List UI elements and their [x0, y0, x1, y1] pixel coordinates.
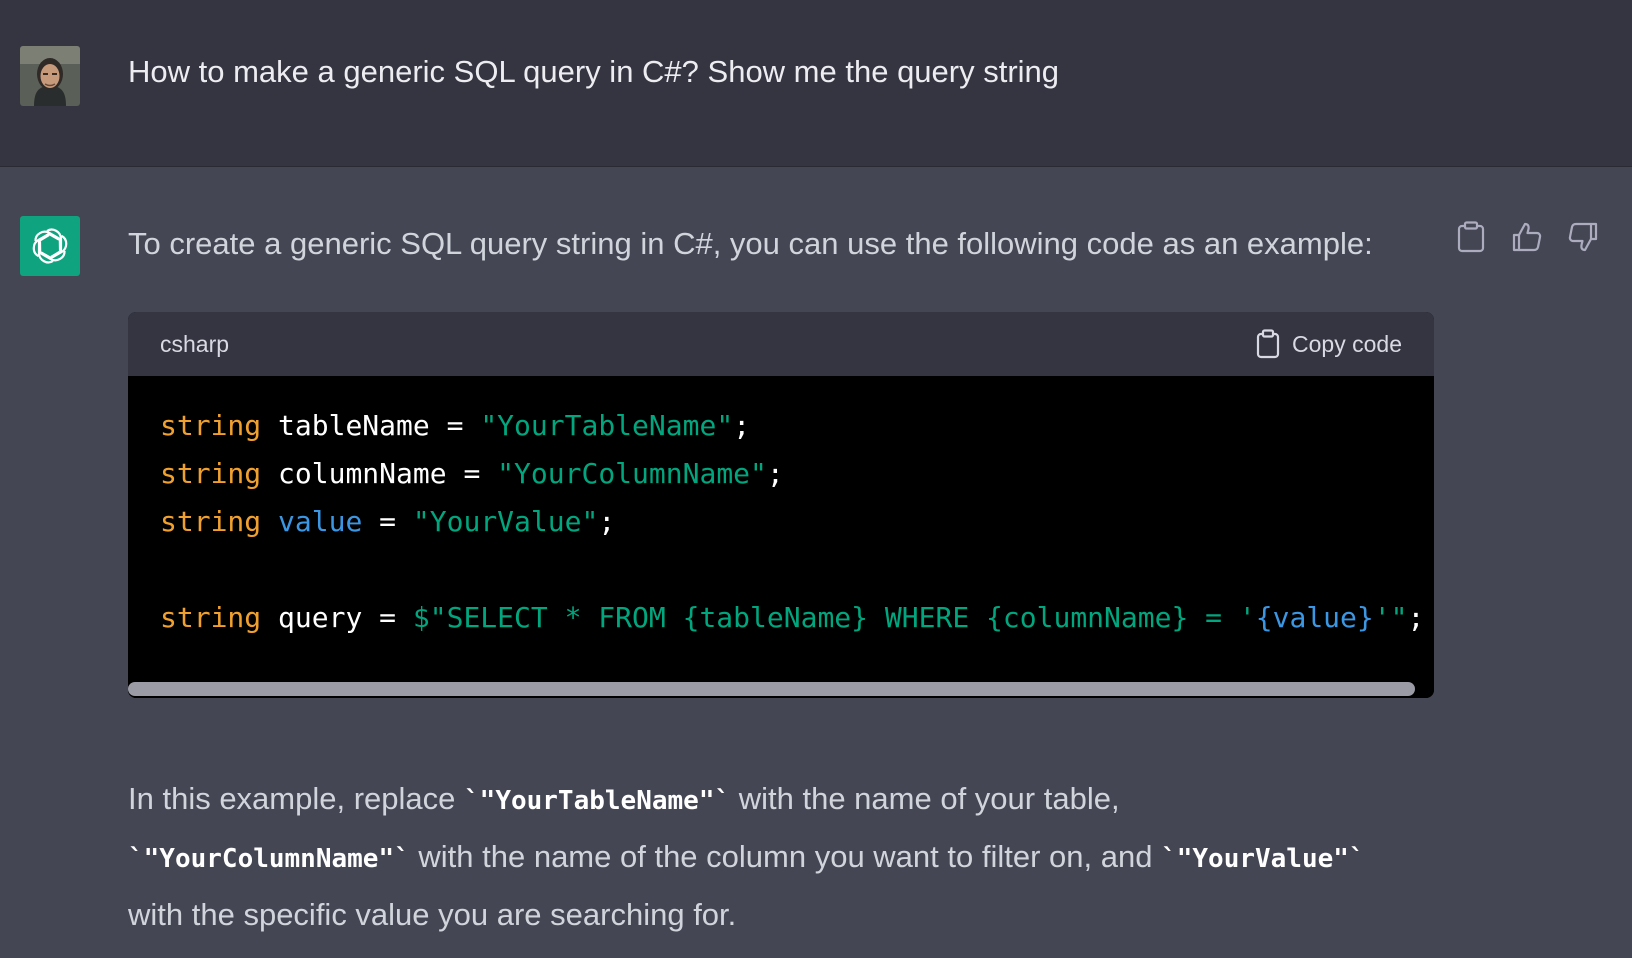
code-token: string [160, 505, 262, 538]
clipboard-icon [1457, 221, 1485, 253]
code-token: = [362, 505, 413, 538]
code-block: csharp Copy code string tableName = "You… [128, 312, 1434, 698]
code-content[interactable]: string tableName = "YourTableName"; strin… [128, 376, 1434, 674]
code-token: "YourValue" [412, 505, 599, 538]
code-token: $"SELECT * FROM {tableName} WHERE {colum… [412, 601, 1256, 634]
code-token: ; [1407, 601, 1425, 634]
code-token: {value} [1255, 601, 1374, 634]
thumbs-down-icon [1568, 222, 1598, 252]
assistant-message-row: To create a generic SQL query string in … [0, 167, 1632, 958]
code-token: string [160, 457, 262, 490]
code-horizontal-scrollbar[interactable] [128, 680, 1434, 698]
code-token: tableName = [261, 409, 481, 442]
thumbs-up-button[interactable] [1511, 221, 1543, 253]
copy-message-button[interactable] [1455, 221, 1487, 253]
code-token: ; [766, 457, 784, 490]
openai-logo-icon [20, 216, 80, 276]
assistant-intro-text: To create a generic SQL query string in … [128, 226, 1373, 261]
code-token: '" [1373, 601, 1408, 634]
clipboard-icon [1256, 329, 1280, 359]
code-token: columnName = [261, 457, 498, 490]
explanation-text: In this example, replace [128, 781, 465, 816]
user-message-row: How to make a generic SQL query in C#? S… [0, 0, 1632, 167]
inline-code: `"YourTableName"` [464, 786, 731, 816]
code-token: string [160, 601, 262, 634]
inline-code: `"YourValue"` [1161, 844, 1365, 874]
message-actions [1455, 221, 1599, 253]
code-token: "YourColumnName" [497, 457, 767, 490]
copy-code-button[interactable]: Copy code [1256, 329, 1402, 359]
code-line: string tableName = "YourTableName"; [160, 402, 1434, 450]
thumbs-up-icon [1512, 222, 1542, 252]
explanation-text: with the specific value you are searchin… [128, 897, 737, 932]
code-token: ; [598, 505, 616, 538]
explanation-text: with the name of your table, [730, 781, 1120, 816]
user-avatar [20, 46, 80, 106]
code-token: query = [261, 601, 413, 634]
code-line: string query = $"SELECT * FROM {tableNam… [160, 594, 1434, 642]
code-token: string [160, 409, 262, 442]
code-token: "YourTableName" [480, 409, 734, 442]
code-token: ; [733, 409, 751, 442]
code-token: value [278, 505, 363, 538]
code-line: string value = "YourValue"; [160, 498, 1434, 546]
code-block-header: csharp Copy code [128, 312, 1434, 376]
code-language-label: csharp [160, 330, 230, 357]
assistant-explanation: In this example, replace `"YourTableName… [128, 771, 1458, 943]
scrollbar-thumb[interactable] [128, 682, 1415, 696]
inline-code: `"YourColumnName"` [128, 844, 410, 874]
user-message-text: How to make a generic SQL query in C#? S… [128, 54, 1060, 89]
copy-code-label: Copy code [1292, 330, 1402, 357]
code-line: string columnName = "YourColumnName"; [160, 450, 1434, 498]
explanation-text: with the name of the column you want to … [409, 839, 1162, 874]
thumbs-down-button[interactable] [1567, 221, 1599, 253]
